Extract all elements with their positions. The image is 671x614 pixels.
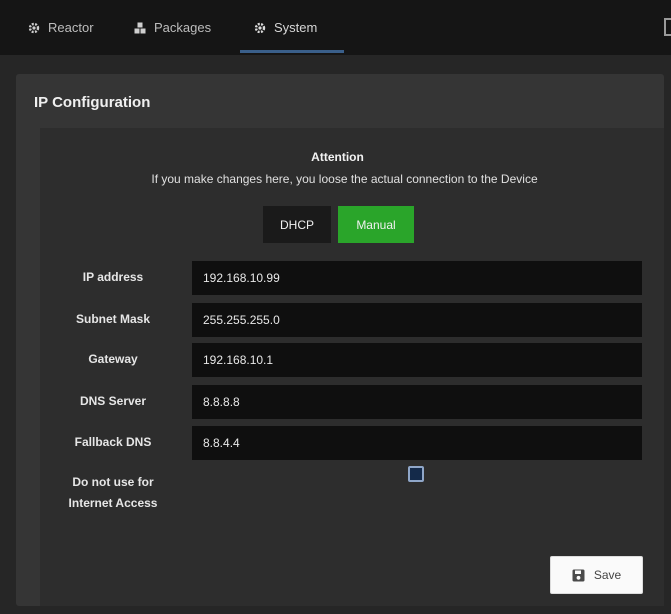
panel-title: IP Configuration bbox=[34, 94, 151, 111]
gear-icon bbox=[28, 22, 40, 34]
subnet-mask-label: Subnet Mask bbox=[75, 312, 150, 326]
tab-packages[interactable]: Packages bbox=[134, 0, 211, 55]
user-menu-icon[interactable] bbox=[664, 18, 671, 36]
active-tab-indicator bbox=[240, 50, 344, 53]
save-button-label: Save bbox=[593, 568, 622, 582]
tab-label: System bbox=[274, 20, 318, 35]
gateway-label: Gateway bbox=[88, 352, 138, 366]
ip-address-label: IP address bbox=[82, 270, 144, 284]
tab-label: Reactor bbox=[48, 20, 94, 35]
dns-server-label: DNS Server bbox=[79, 394, 147, 408]
tab-label: Packages bbox=[154, 20, 212, 35]
dns-server-input[interactable] bbox=[192, 385, 642, 419]
ip-address-input[interactable] bbox=[192, 261, 642, 295]
dhcp-button[interactable]: DHCP bbox=[263, 206, 331, 243]
save-icon bbox=[572, 569, 585, 582]
save-button[interactable]: Save bbox=[550, 556, 643, 594]
top-nav-bar: Reactor Packages System bbox=[0, 0, 671, 55]
boxes-icon bbox=[134, 22, 146, 34]
fallback-dns-input[interactable] bbox=[192, 426, 642, 460]
gear-icon bbox=[254, 22, 266, 34]
gateway-input[interactable] bbox=[192, 343, 642, 377]
attention-heading: Attention bbox=[311, 150, 364, 164]
attention-message: If you make changes here, you loose the … bbox=[151, 172, 538, 186]
no-internet-label-line1: Do not use for bbox=[72, 475, 154, 489]
subnet-mask-input[interactable] bbox=[192, 303, 642, 337]
no-internet-label-line2: Internet Access bbox=[68, 496, 158, 510]
fallback-dns-label: Fallback DNS bbox=[74, 435, 152, 449]
tab-system[interactable]: System bbox=[254, 0, 317, 55]
tab-reactor[interactable]: Reactor bbox=[28, 0, 94, 55]
manual-button[interactable]: Manual bbox=[338, 206, 414, 243]
no-internet-access-checkbox[interactable] bbox=[408, 466, 424, 482]
